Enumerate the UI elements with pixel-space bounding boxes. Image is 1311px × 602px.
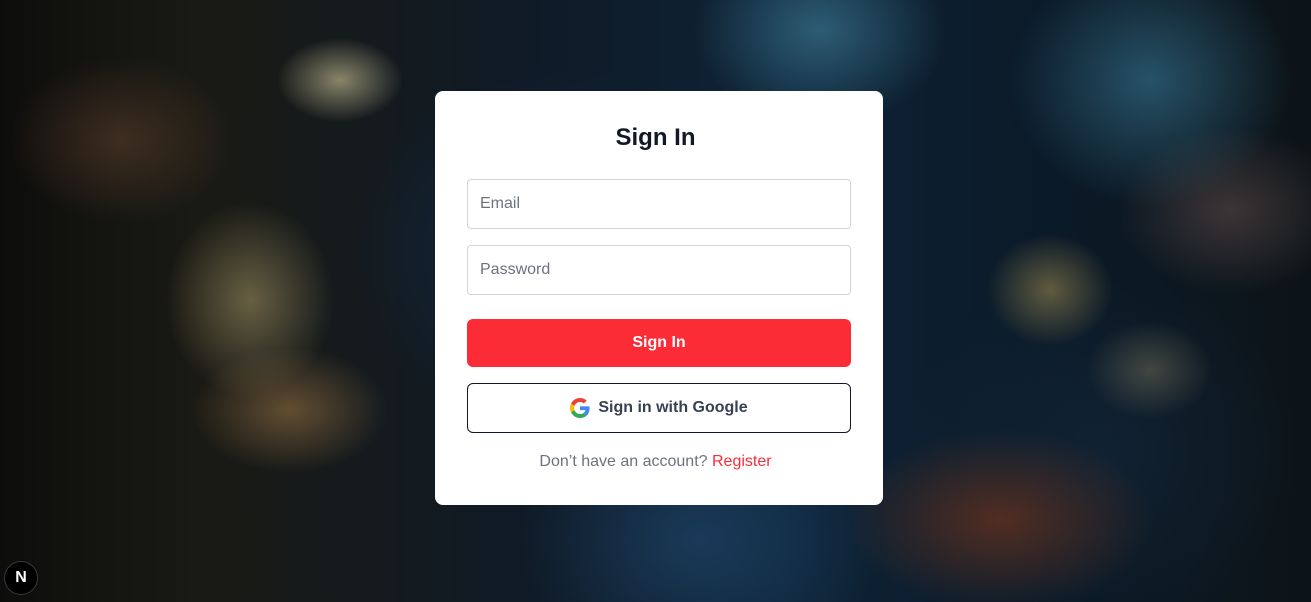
page-title: Sign In — [615, 124, 696, 151]
email-field[interactable] — [467, 179, 851, 229]
nextjs-letter: N — [15, 569, 27, 586]
register-link[interactable]: Register — [712, 453, 772, 470]
register-prompt-text: Don’t have an account? — [539, 453, 708, 470]
google-sign-in-label: Sign in with Google — [598, 399, 748, 416]
register-prompt: Don’t have an account? Register — [0, 451, 1311, 473]
google-icon — [570, 398, 590, 418]
sign-in-button[interactable]: Sign In — [467, 319, 851, 367]
password-field[interactable] — [467, 245, 851, 295]
sign-in-button-label: Sign In — [632, 334, 686, 351]
google-sign-in-button[interactable]: Sign in with Google — [467, 383, 851, 433]
nextjs-icon[interactable]: N — [4, 561, 38, 595]
